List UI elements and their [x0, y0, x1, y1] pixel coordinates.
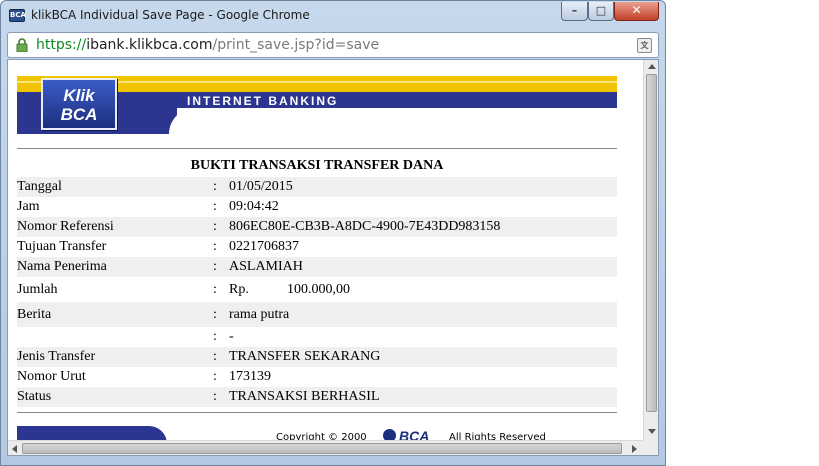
vertical-scrollbar[interactable]: [643, 60, 658, 440]
table-row: Nama Penerima : ASLAMIAH: [17, 257, 617, 277]
row-separator: :: [213, 369, 217, 384]
row-label: Berita: [17, 302, 213, 327]
row-separator: :: [213, 302, 229, 327]
logo-line-klik: Klik: [63, 86, 95, 105]
table-row: Status : TRANSAKSI BERHASIL: [17, 387, 617, 407]
vertical-scroll-thumb[interactable]: [646, 74, 657, 412]
table-row: Tujuan Transfer : 0221706837: [17, 237, 617, 257]
table-row: Nomor Referensi : 806EC80E-CB3B-A8DC-490…: [17, 217, 617, 237]
row-value: 09:04:42: [229, 199, 279, 214]
page-viewport: INTERNET BANKING Klik BCA BUKTI TRANSAKS…: [7, 59, 659, 456]
receipt-title: BUKTI TRANSAKSI TRANSFER DANA: [190, 158, 444, 173]
row-value: ASLAMIAH: [229, 257, 617, 277]
banner-curve: [169, 108, 617, 134]
minimize-button[interactable]: –: [561, 2, 588, 21]
table-row: : -: [17, 327, 617, 347]
logo-line-bca: BCA: [60, 105, 98, 124]
lock-icon[interactable]: [15, 38, 29, 52]
row-separator: :: [213, 199, 217, 214]
amount-value: 100.000,00: [287, 281, 350, 297]
app-icon: BCA: [9, 9, 26, 22]
horizontal-scroll-thumb[interactable]: [22, 443, 622, 454]
row-value: 01/05/2015: [229, 177, 617, 197]
scrollbar-corner: [643, 440, 658, 455]
row-label: Jenis Transfer: [17, 347, 213, 367]
klikbca-logo: Klik BCA: [41, 78, 117, 130]
row-separator: :: [213, 177, 229, 197]
row-separator: :: [213, 347, 229, 367]
row-value: TRANSFER SEKARANG: [229, 347, 617, 367]
banner-title: INTERNET BANKING: [187, 94, 339, 108]
receipt-table: Tanggal : 01/05/2015 Jam : 09:04:42 Nomo…: [17, 177, 617, 407]
row-label: Tanggal: [17, 177, 213, 197]
address-bar[interactable]: https://ibank.klikbca.com/print_save.jsp…: [7, 32, 659, 58]
print-page: INTERNET BANKING Klik BCA BUKTI TRANSAKS…: [8, 60, 643, 446]
scroll-up-icon[interactable]: [648, 64, 656, 69]
row-value: 173139: [229, 369, 271, 384]
row-value: rama putra: [229, 302, 617, 327]
row-separator: :: [213, 281, 217, 297]
table-row: Jumlah : Rp. 100.000,00: [17, 277, 617, 302]
close-button[interactable]: ✕: [614, 2, 659, 21]
window-title: klikBCA Individual Save Page - Google Ch…: [31, 8, 310, 22]
row-value-amount: Rp. 100.000,00: [229, 277, 617, 302]
top-divider: [17, 148, 617, 149]
table-row: Tanggal : 01/05/2015: [17, 177, 617, 197]
internet-banking-banner: INTERNET BANKING Klik BCA: [17, 76, 617, 134]
url-host: ibank.klikbca.com: [86, 37, 213, 53]
url-path: /print_save.jsp?id=save: [212, 37, 380, 53]
row-label: [17, 327, 213, 347]
bottom-divider: [17, 412, 617, 413]
row-label: Nama Penerima: [17, 257, 213, 277]
url-text[interactable]: https://ibank.klikbca.com/print_save.jsp…: [36, 37, 379, 53]
currency-label: Rp.: [229, 281, 249, 297]
row-separator: :: [213, 257, 229, 277]
row-separator: :: [213, 329, 217, 344]
row-separator: :: [213, 387, 229, 407]
maximize-button[interactable]: □: [588, 2, 614, 21]
row-separator: :: [213, 217, 229, 237]
scroll-down-icon[interactable]: [648, 429, 656, 434]
row-label: Nomor Urut: [17, 369, 86, 384]
table-row: Berita : rama putra: [17, 302, 617, 327]
browser-window: BCA klikBCA Individual Save Page - Googl…: [0, 0, 666, 466]
row-label: Jumlah: [17, 281, 58, 297]
table-row: Jenis Transfer : TRANSFER SEKARANG: [17, 347, 617, 367]
title-bar[interactable]: BCA klikBCA Individual Save Page - Googl…: [1, 1, 665, 31]
row-separator: :: [213, 239, 217, 254]
row-value: 0221706837: [229, 239, 299, 254]
row-label: Status: [17, 387, 213, 407]
row-value: TRANSAKSI BERHASIL: [229, 387, 617, 407]
row-value: 806EC80E-CB3B-A8DC-4900-7E43DD983158: [229, 217, 617, 237]
url-scheme: https://: [36, 37, 87, 53]
translate-icon[interactable]: 文: [637, 38, 652, 53]
table-row: Nomor Urut : 173139: [17, 367, 617, 387]
scroll-left-icon[interactable]: [12, 445, 17, 453]
horizontal-scrollbar[interactable]: [8, 440, 643, 455]
table-row: Jam : 09:04:42: [17, 197, 617, 217]
row-label: Tujuan Transfer: [17, 239, 107, 254]
row-label: Jam: [17, 199, 40, 214]
scroll-right-icon[interactable]: [632, 445, 637, 453]
row-label: Nomor Referensi: [17, 217, 213, 237]
row-value: -: [229, 329, 234, 344]
